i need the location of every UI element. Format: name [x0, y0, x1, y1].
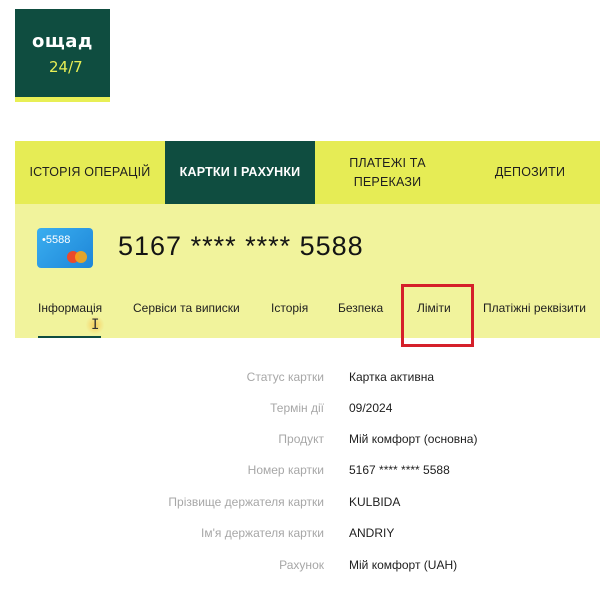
tab-payments-and-transfers[interactable]: ПЛАТЕЖІ ТА ПЕРЕКАЗИ	[315, 141, 460, 204]
detail-label: Ім'я держателя картки	[200, 526, 324, 540]
card-panel: •5588 5167 **** **** 5588 Інформація Сер…	[15, 204, 600, 338]
subtab-security[interactable]: Безпека	[338, 301, 383, 315]
detail-label: Термін дії	[270, 401, 324, 415]
text-cursor-icon: I	[91, 317, 100, 333]
detail-row-product: Продукт Мій комфорт (основна)	[0, 432, 600, 452]
detail-label: Прізвище держателя картки	[168, 495, 324, 509]
mastercard-icon	[67, 251, 87, 263]
detail-label: Номер картки	[247, 463, 324, 477]
detail-row-holder-surname: Прізвище держателя картки KULBIDA	[0, 495, 600, 515]
detail-value: Картка активна	[349, 370, 435, 384]
detail-value: KULBIDA	[349, 495, 401, 509]
detail-row-holder-name: Ім'я держателя картки ANDRIY	[0, 526, 600, 546]
detail-row-status: Статус картки Картка активна	[0, 370, 600, 390]
oshchad-logo[interactable]: ощад 24/7	[15, 9, 110, 102]
detail-value: 09/2024	[349, 401, 393, 415]
logo-brand-text: ощад	[32, 31, 93, 52]
detail-value: Мій комфорт (UAH)	[349, 558, 458, 572]
tab-cards-and-accounts[interactable]: КАРТКИ І РАХУНКИ	[165, 141, 315, 204]
tab-operations-history[interactable]: ІСТОРІЯ ОПЕРАЦІЙ	[15, 141, 165, 204]
subtab-history[interactable]: Історія	[271, 301, 308, 315]
detail-label: Статус картки	[246, 370, 324, 384]
detail-row-card-number: Номер картки 5167 **** **** 5588	[0, 463, 600, 483]
subtab-payment-details[interactable]: Платіжні реквізити	[483, 301, 586, 315]
detail-label: Продукт	[278, 432, 324, 446]
detail-row-account: Рахунок Мій комфорт (UAH)	[0, 558, 600, 578]
logo-sub-text: 24/7	[49, 58, 83, 76]
limits-highlight-box	[401, 284, 474, 347]
top-navigation: ІСТОРІЯ ОПЕРАЦІЙ КАРТКИ І РАХУНКИ ПЛАТЕЖ…	[15, 141, 600, 204]
detail-row-expiry: Термін дії 09/2024	[0, 401, 600, 421]
detail-label: Рахунок	[279, 558, 324, 572]
detail-value: ANDRIY	[349, 526, 395, 540]
card-thumbnail-label: •5588	[42, 234, 71, 246]
card-number: 5167 **** **** 5588	[118, 231, 364, 261]
active-tab-underline	[38, 336, 101, 338]
card-thumbnail[interactable]: •5588	[37, 228, 93, 268]
detail-value: 5167 **** **** 5588	[349, 463, 450, 477]
detail-value: Мій комфорт (основна)	[349, 432, 478, 446]
subtab-services-and-statements[interactable]: Сервіси та виписки	[133, 301, 240, 315]
subtab-information[interactable]: Інформація	[38, 301, 102, 315]
tab-deposits[interactable]: ДЕПОЗИТИ	[460, 141, 600, 204]
